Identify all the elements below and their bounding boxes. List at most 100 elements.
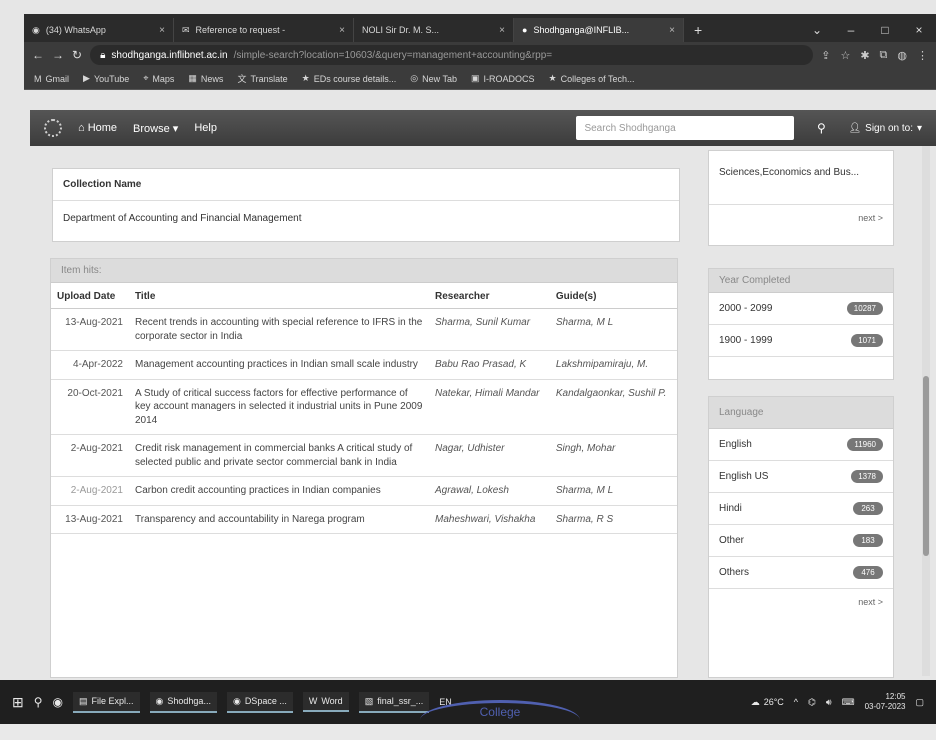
new-tab-button[interactable]: + [684,18,712,42]
chrome-icon: ◉ [155,695,164,706]
row-researcher[interactable]: Nagar, Udhister [429,434,550,477]
bookmark-youtube[interactable]: ▶ YouTube [83,73,129,84]
count-badge: 183 [853,534,883,547]
row-researcher[interactable]: Agrawal, Lokesh [429,476,550,506]
row-researcher[interactable]: Maheshwari, Vishakha [429,505,550,534]
tab-reference[interactable]: ✉ Reference to request - × [174,18,354,42]
language-facet-item[interactable]: Others 476 [709,557,893,589]
close-icon[interactable]: × [669,25,675,36]
tab-noli[interactable]: NOLI Sir Dr. M. S... × [354,18,514,42]
start-icon[interactable]: ⊞ [12,694,24,711]
row-title-link[interactable]: A Study of critical success factors for … [129,379,429,435]
row-date: 13-Aug-2021 [51,505,129,534]
page-scrollbar[interactable] [922,146,930,676]
keyboard-icon[interactable]: ⌨ [842,697,855,708]
taskbar-file-explorer[interactable]: ▤ File Expl... [73,691,140,713]
collection-link[interactable]: Department of Accounting and Financial M… [53,201,679,236]
language-facet-item[interactable]: Other 183 [709,525,893,557]
close-icon[interactable]: × [499,25,505,36]
row-guide[interactable]: Lakshmipamiraju, M. [549,350,677,380]
col-researcher[interactable]: Researcher [429,283,550,309]
signin-button[interactable]: 👤︎ Sign on to: ▾ [848,123,922,134]
table-row: 13-Aug-2021 Recent trends in accounting … [51,308,677,351]
year-facet-item[interactable]: 1900 - 1999 1071 [709,325,893,357]
taskbar-shodhganga[interactable]: ◉ Shodhga... [149,691,217,713]
chrome-icon[interactable]: ◉ [53,695,63,709]
notification-icon[interactable]: ▢ [915,697,924,708]
address-bar: ← → ↻ 🔒︎ shodhganga.inflibnet.ac.in/simp… [24,42,936,68]
row-researcher[interactable]: Sharma, Sunil Kumar [429,308,550,351]
chevron-down-icon[interactable]: ⌄ [800,18,834,42]
bookmark-maps[interactable]: ⌖ Maps [143,73,174,84]
search-input[interactable]: Search Shodhganga [576,116,795,140]
profile-icon[interactable]: ◍ [897,49,907,62]
language-facet-item[interactable]: English 11960 [709,429,893,461]
row-title-link[interactable]: Management accounting practices in India… [129,350,429,380]
close-icon[interactable]: × [159,25,165,36]
row-date: 2-Aug-2021 [51,476,129,506]
forward-icon[interactable]: → [52,48,64,62]
scrollbar-thumb[interactable] [923,376,929,556]
col-upload-date[interactable]: Upload Date [51,283,129,309]
clock[interactable]: 12:05 03-07-2023 [865,692,906,711]
news-icon: ▦ [188,73,197,83]
site-icon: ● [522,25,528,35]
subject-facet-item[interactable]: Sciences,Economics and Bus... [709,151,893,205]
row-guide[interactable]: Sharma, M L [549,476,677,506]
row-title-link[interactable]: Recent trends in accounting with special… [129,308,429,351]
subject-next-link[interactable]: next > [709,205,893,231]
close-window-icon[interactable]: × [902,18,936,42]
reload-icon[interactable]: ↻ [72,48,82,62]
minimize-icon[interactable]: – [834,18,868,42]
close-icon[interactable]: × [339,25,345,36]
row-guide[interactable]: Singh, Mohar [549,434,677,477]
language-next-link[interactable]: next > [709,589,893,615]
network-icon[interactable]: ⌬ [808,697,816,708]
whatsapp-icon: ◉ [32,24,40,35]
taskbar-dspace[interactable]: ◉ DSpace ... [226,691,293,713]
language-facet-item[interactable]: Hindi 263 [709,493,893,525]
bookmark-translate[interactable]: 文 Translate [237,72,287,85]
puzzle-icon[interactable]: ⧉ [880,49,888,62]
bookmark-colleges[interactable]: ★ Colleges of Tech... [549,73,635,84]
chevron-up-icon[interactable]: ^ [794,697,798,707]
nav-browse[interactable]: Browse ▾ [133,122,178,135]
tab-whatsapp[interactable]: ◉ (34) WhatsApp × [24,18,174,42]
taskbar-final-ssr[interactable]: ▧ final_ssr_... [358,691,430,713]
volume-icon[interactable]: 🔊︎ [826,697,832,708]
menu-icon[interactable]: ⋮ [917,49,928,62]
user-icon: 👤︎ [848,122,862,134]
row-title-link[interactable]: Carbon credit accounting practices in In… [129,476,429,506]
row-guide[interactable]: Sharma, R S [549,505,677,534]
nav-home[interactable]: ⌂ Home [78,122,117,134]
bookmark-gmail[interactable]: M Gmail [34,74,69,84]
bookmark-iroadocs[interactable]: ▣ I-ROADOCS [471,73,535,84]
language-facet-item[interactable]: English US 1378 [709,461,893,493]
row-researcher[interactable]: Natekar, Himali Mandar [429,379,550,435]
tab-shodhganga[interactable]: ● Shodhganga@INFLIB... × [514,18,684,42]
bookmark-new-tab[interactable]: ◎ New Tab [410,73,457,84]
maximize-icon[interactable]: □ [868,18,902,42]
col-guide[interactable]: Guide(s) [549,283,677,309]
share-icon[interactable]: ⇪ [821,49,830,62]
star-icon[interactable]: ☆ [840,49,850,62]
weather-widget[interactable]: ☁ 26°C [751,697,784,708]
url-field[interactable]: 🔒︎ shodhganga.inflibnet.ac.in/simple-sea… [90,45,814,65]
row-researcher[interactable]: Babu Rao Prasad, K [429,350,550,380]
bookmark-news[interactable]: ▦ News [188,73,223,84]
taskbar-word[interactable]: W Word [302,692,349,712]
year-facet-item[interactable]: 2000 - 2099 10287 [709,293,893,325]
back-icon[interactable]: ← [32,48,44,62]
row-guide[interactable]: Kandalgaonkar, Sushil P. [549,379,677,435]
col-title[interactable]: Title [129,283,429,309]
row-title-link[interactable]: Credit risk management in commercial ban… [129,434,429,477]
site-logo-icon[interactable] [44,119,62,137]
row-guide[interactable]: Sharma, M L [549,308,677,351]
nav-help[interactable]: Help [194,122,217,134]
extension-icon[interactable]: ✱ [860,49,869,62]
search-icon[interactable]: ⚲ [810,116,832,140]
bookmark-eds[interactable]: ★ EDs course details... [302,73,397,84]
window-controls: ⌄ – □ × [800,18,936,42]
search-icon[interactable]: ⚲ [34,695,43,709]
row-title-link[interactable]: Transparency and accountability in Nareg… [129,505,429,534]
